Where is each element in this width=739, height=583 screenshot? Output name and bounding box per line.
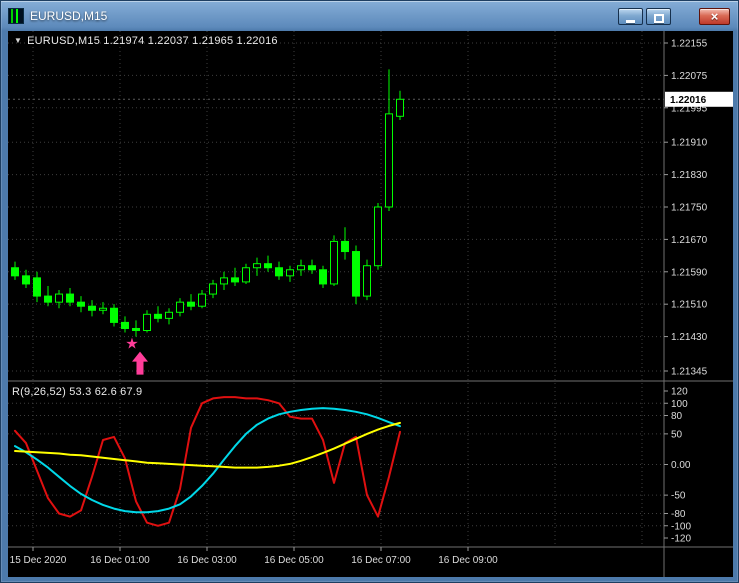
time-axis-label: 16 Dec 03:00 [177,555,237,566]
chart-app-icon [8,8,24,24]
indicator-axis-label: -100 [671,521,691,532]
candle-body [110,307,118,323]
buy-signal-arrow-icon [132,351,148,375]
candle-body [264,263,272,269]
candle-body [297,265,305,271]
candle-body [176,301,184,313]
current-price-tag-label: 1.22016 [670,95,707,106]
price-axis-label: 1.21345 [671,367,708,378]
indicator-line-rci-52 [14,421,401,469]
candle-body [66,293,74,303]
time-axis-label: 16 Dec 05:00 [264,555,324,566]
candle-body [165,311,173,319]
candle-body [396,98,404,117]
close-button[interactable]: × [699,8,730,25]
chart-canvas[interactable]: 1.221551.220751.219951.219101.218301.217… [8,31,733,577]
titlebar[interactable]: EURUSD,M15 × [1,1,738,31]
price-axis-label: 1.21430 [671,332,708,343]
candle-body [231,277,239,283]
time-axis-label: 16 Dec 07:00 [351,555,411,566]
price-axis-label: 1.22075 [671,71,708,82]
indicator-axis-label: -80 [671,509,686,520]
price-axis-label: 1.21910 [671,138,708,149]
indicator-axis-label: 120 [671,387,688,398]
candle-body [286,269,294,277]
maximize-button[interactable] [646,8,671,25]
time-axis-label: 16 Dec 09:00 [438,555,498,566]
candle-body [22,275,30,285]
candle-body [187,301,195,307]
indicator-axis-label: -120 [671,534,691,545]
buy-signal-star-icon: ★ [125,336,138,353]
indicator-axis-label: 100 [671,399,688,410]
indicator-axis-label: 0.00 [671,460,691,471]
candle-body [99,307,107,311]
candle-body [374,206,382,267]
price-axis-label: 1.21590 [671,267,708,278]
price-axis-label: 1.21670 [671,235,708,246]
candle-body [154,313,162,319]
chart-area[interactable]: 1.22155 1.22075 1.21995 1.21910 1.21830 1.217… [8,31,733,577]
window-title: EURUSD,M15 [30,9,108,23]
candle-body [363,265,371,297]
candle-body [44,295,52,303]
candle-body [242,267,250,283]
price-axis-label: 1.22155 [671,39,708,50]
candle-body [385,113,393,208]
candle-body [308,265,316,271]
candle-body [132,327,140,332]
candle-body [198,293,206,307]
candle-body [55,293,63,303]
time-axis-label: 16 Dec 01:00 [90,555,150,566]
indicator-axis-label: 50 [671,429,683,440]
candle-body [253,263,261,269]
candle-body [352,251,360,297]
candle-body [275,267,283,277]
chart-window: EURUSD,M15 × 1.22155 1.22075 1.21995 1.2191… [0,0,739,583]
close-icon: × [710,9,719,24]
price-axis-label: 1.21510 [671,300,708,311]
candle-body [88,305,96,311]
candle-body [341,240,349,253]
indicator-axis-label: -50 [671,491,686,502]
indicator-axis-label: 80 [671,411,683,422]
minimize-button[interactable] [618,8,643,25]
indicator-line-rci-9 [14,396,401,527]
candle-body [220,277,228,285]
time-axis-label: 15 Dec 2020 [10,555,67,566]
price-axis-label: 1.21830 [671,170,708,181]
candle-body [11,267,19,277]
candle-body [319,269,327,285]
candle-body [209,283,217,295]
price-axis-label: 1.21750 [671,203,708,214]
candle-body [77,301,85,307]
candle-body [33,277,41,297]
candle-body [330,240,338,285]
candle-body [121,321,129,329]
minimize-icon [626,19,635,23]
candle-body [143,313,151,332]
maximize-icon [653,13,664,23]
desktop: { "window": { "title": "EURUSD,M15", "co… [0,0,739,583]
